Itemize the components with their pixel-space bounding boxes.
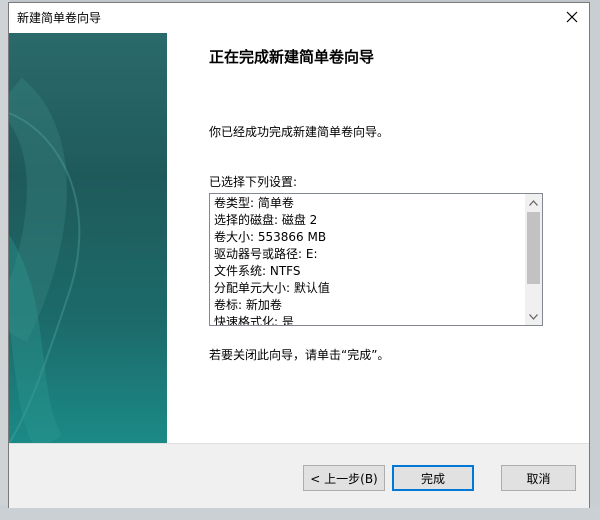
summary-line: 卷大小: 553866 MB: [214, 230, 327, 244]
scroll-down-button[interactable]: [525, 308, 542, 325]
scroll-up-button[interactable]: [525, 194, 542, 211]
summary-line: 快速格式化: 是: [214, 315, 294, 326]
completed-message: 你已经成功完成新建简单卷向导。: [209, 125, 390, 139]
background-right: [590, 0, 600, 520]
summary-line: 选择的磁盘: 磁盘 2: [214, 213, 318, 227]
summary-line: 卷标: 新加卷: [214, 298, 282, 312]
settings-label: 已选择下列设置:: [209, 175, 298, 189]
vertical-scrollbar[interactable]: [525, 194, 542, 325]
summary-line: 卷类型: 简单卷: [214, 196, 294, 210]
button-bar: < 上一步(B) 完成 取消: [9, 443, 589, 508]
wizard-banner-image: [9, 33, 167, 443]
summary-line: 驱动器号或路径: E:: [214, 247, 318, 261]
title-bar[interactable]: 新建简单卷向导: [9, 3, 589, 31]
summary-line: 分配单元大小: 默认值: [214, 281, 330, 295]
wizard-content: 正在完成新建简单卷向导 你已经成功完成新建简单卷向导。 已选择下列设置: 卷类型…: [167, 33, 589, 443]
close-button[interactable]: [561, 6, 583, 28]
cancel-button[interactable]: 取消: [501, 465, 576, 491]
scrollbar-thumb[interactable]: [527, 212, 540, 284]
close-instruction: 若要关闭此向导，请单击“完成”。: [209, 348, 390, 362]
close-icon: [566, 11, 578, 23]
settings-summary-box[interactable]: 卷类型: 简单卷 选择的磁盘: 磁盘 2 卷大小: 553866 MB 驱动器号…: [209, 193, 543, 326]
page-heading: 正在完成新建简单卷向导: [209, 48, 375, 66]
summary-line: 文件系统: NTFS: [214, 264, 301, 278]
scroll-up-arrow-icon: [529, 199, 538, 206]
wizard-dialog: 新建简单卷向导 正在完成新建简单卷向导 你已经成功完成新建简单卷向导。 已选择下…: [8, 2, 590, 508]
back-button[interactable]: < 上一步(B): [303, 465, 385, 491]
settings-summary-list: 卷类型: 简单卷 选择的磁盘: 磁盘 2 卷大小: 553866 MB 驱动器号…: [214, 195, 524, 326]
window-title: 新建简单卷向导: [17, 10, 102, 25]
scroll-down-arrow-icon: [529, 313, 538, 320]
finish-button[interactable]: 完成: [392, 465, 474, 491]
